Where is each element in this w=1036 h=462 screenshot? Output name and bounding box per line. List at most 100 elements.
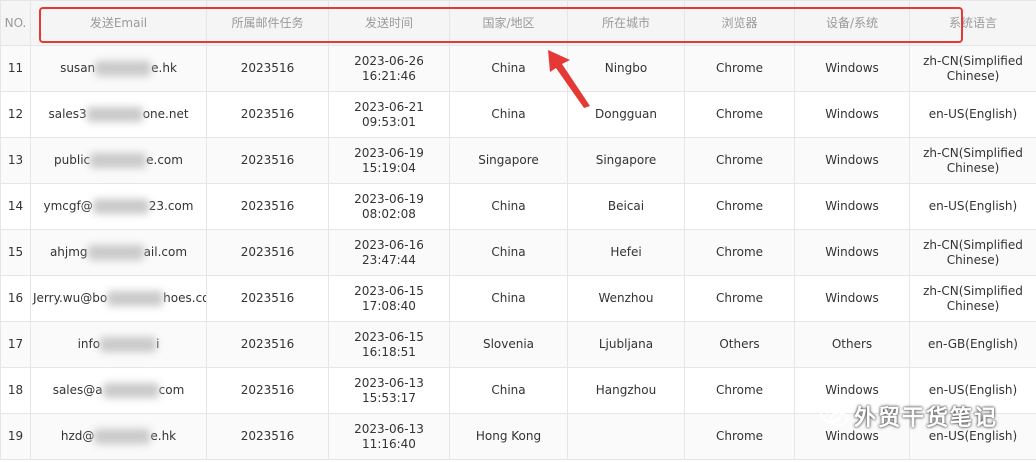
send-clock-time: 17:08:40 — [362, 298, 416, 313]
email-visible-end: hoes.com — [163, 291, 205, 305]
header-email[interactable]: 发送Email — [30, 0, 207, 46]
cell-task: 2023516 — [206, 229, 329, 276]
header-no[interactable]: NO. — [0, 0, 31, 46]
cell-city: Ljubljana — [567, 321, 685, 368]
header-browser[interactable]: 浏览器 — [684, 0, 795, 46]
table-body: 11 susan e.hk 2023516 2023-06-26 16:21:46 Chin… — [0, 45, 1036, 460]
send-clock-time: 16:18:51 — [362, 344, 416, 359]
cell-no: 12 — [0, 91, 31, 138]
email-visible-start: susan — [60, 61, 96, 75]
cell-no: 19 — [0, 413, 31, 460]
cell-city: Dongguan — [567, 91, 685, 138]
cell-city — [567, 413, 685, 460]
cell-browser: Others — [684, 321, 795, 368]
table-header-row: NO. 发送Email 所属邮件任务 发送时间 国家/地区 所在城市 浏览器 设… — [0, 0, 1036, 46]
send-date: 2023-06-19 — [354, 145, 424, 160]
cell-city: Hefei — [567, 229, 685, 276]
header-task[interactable]: 所属邮件任务 — [206, 0, 329, 46]
cell-email: hzd@ e.hk — [30, 413, 207, 460]
cell-device: Others — [794, 321, 910, 368]
header-country[interactable]: 国家/地区 — [449, 0, 568, 46]
email-visible-end: com — [158, 383, 185, 397]
cell-email: ahjmg ail.com — [30, 229, 207, 276]
cell-city: Ningbo — [567, 45, 685, 92]
cell-device: Windows — [794, 45, 910, 92]
send-clock-time: 11:16:40 — [362, 436, 416, 451]
email-visible-start: ymcgf@ — [43, 199, 93, 213]
cell-no: 17 — [0, 321, 31, 368]
email-redaction-blur — [87, 245, 144, 260]
cell-country: China — [449, 275, 568, 322]
email-visible-end: e.hk — [150, 429, 177, 443]
table-row[interactable]: 14 ymcgf@ 23.com 2023516 2023-06-19 08:02:08 C… — [0, 183, 1036, 230]
cell-city: Hangzhou — [567, 367, 685, 414]
cell-task: 2023516 — [206, 91, 329, 138]
send-date: 2023-06-13 — [354, 375, 424, 390]
email-redaction-blur — [90, 153, 147, 168]
cell-task: 2023516 — [206, 275, 329, 322]
send-clock-time: 15:53:17 — [362, 390, 416, 405]
cell-language: zh-CN(Simplified Chinese) — [909, 137, 1036, 184]
cell-country: China — [449, 183, 568, 230]
send-date: 2023-06-15 — [354, 283, 424, 298]
table-row[interactable]: 17 info i 2023516 2023-06-15 16:18:51 Slovenia… — [0, 321, 1036, 368]
email-visible-end: one.net — [142, 107, 189, 121]
cell-language: en-GB(English) — [909, 321, 1036, 368]
table-row[interactable]: 16Jerry.wu@bohoes.com20235162023-06-1517… — [0, 275, 1036, 322]
header-device[interactable]: 设备/系统 — [794, 0, 910, 46]
send-clock-time: 16:21:46 — [362, 68, 416, 83]
cell-send-time: 2023-06-19 15:19:04 — [328, 137, 450, 184]
cell-send-time: 2023-06-13 15:53:17 — [328, 367, 450, 414]
cell-email: Jerry.wu@bo hoes.com — [30, 275, 207, 322]
email-visible-start: info — [77, 337, 101, 351]
cell-country: Hong Kong — [449, 413, 568, 460]
cell-browser: Chrome — [684, 91, 795, 138]
cell-task: 2023516 — [206, 137, 329, 184]
email-redaction-blur — [107, 291, 164, 306]
email-redaction-blur — [100, 337, 157, 352]
send-date: 2023-06-26 — [354, 53, 424, 68]
table-row[interactable]: 15 ahjmg ail.com 2023516 2023-06-16 23:47:44 C… — [0, 229, 1036, 276]
email-visible-end: 23.com — [148, 199, 194, 213]
cell-language: zh-CN(Simplified Chinese) — [909, 275, 1036, 322]
send-clock-time: 08:02:08 — [362, 206, 416, 221]
cell-send-time: 2023-06-21 09:53:01 — [328, 91, 450, 138]
cell-country: China — [449, 91, 568, 138]
header-send-time[interactable]: 发送时间 — [328, 0, 450, 46]
cell-browser: Chrome — [684, 275, 795, 322]
send-clock-time: 23:47:44 — [362, 252, 416, 267]
cell-task: 2023516 — [206, 183, 329, 230]
send-date: 2023-06-19 — [354, 191, 424, 206]
cell-country: Slovenia — [449, 321, 568, 368]
cell-send-time: 2023-06-13 11:16:40 — [328, 413, 450, 460]
cell-city: Singapore — [567, 137, 685, 184]
email-visible-end: ail.com — [143, 245, 188, 259]
cell-country: China — [449, 229, 568, 276]
email-redaction-blur — [95, 61, 152, 76]
cell-no: 16 — [0, 275, 31, 322]
header-language[interactable]: 系统语言 — [909, 0, 1036, 46]
email-redaction-blur — [102, 383, 159, 398]
email-redaction-blur — [86, 107, 143, 122]
send-date: 2023-06-21 — [354, 99, 424, 114]
email-visible-start: sales@a — [52, 383, 103, 397]
table-row[interactable]: 13 public e.com 2023516 2023-06-19 15:19:04 Si… — [0, 137, 1036, 184]
send-clock-time: 09:53:01 — [362, 114, 416, 129]
cell-email: sales@a com — [30, 367, 207, 414]
email-visible-end: e.hk — [151, 61, 177, 75]
cell-no: 14 — [0, 183, 31, 230]
table-row[interactable]: 11 susan e.hk 2023516 2023-06-26 16:21:46 Chin… — [0, 45, 1036, 92]
cell-browser: Chrome — [684, 367, 795, 414]
cell-no: 13 — [0, 137, 31, 184]
cell-language: zh-CN(Simplified Chinese) — [909, 229, 1036, 276]
header-city[interactable]: 所在城市 — [567, 0, 685, 46]
cell-device: Windows — [794, 275, 910, 322]
cell-send-time: 2023-06-15 17:08:40 — [328, 275, 450, 322]
wechat-icon — [820, 405, 848, 427]
email-visible-start: ahjmg — [49, 245, 88, 259]
table-row[interactable]: 12 sales3 one.net 2023516 2023-06-21 09:53:01… — [0, 91, 1036, 138]
email-visible-start: sales3 — [48, 107, 87, 121]
send-date: 2023-06-16 — [354, 237, 424, 252]
cell-email: ymcgf@ 23.com — [30, 183, 207, 230]
cell-city: Beicai — [567, 183, 685, 230]
